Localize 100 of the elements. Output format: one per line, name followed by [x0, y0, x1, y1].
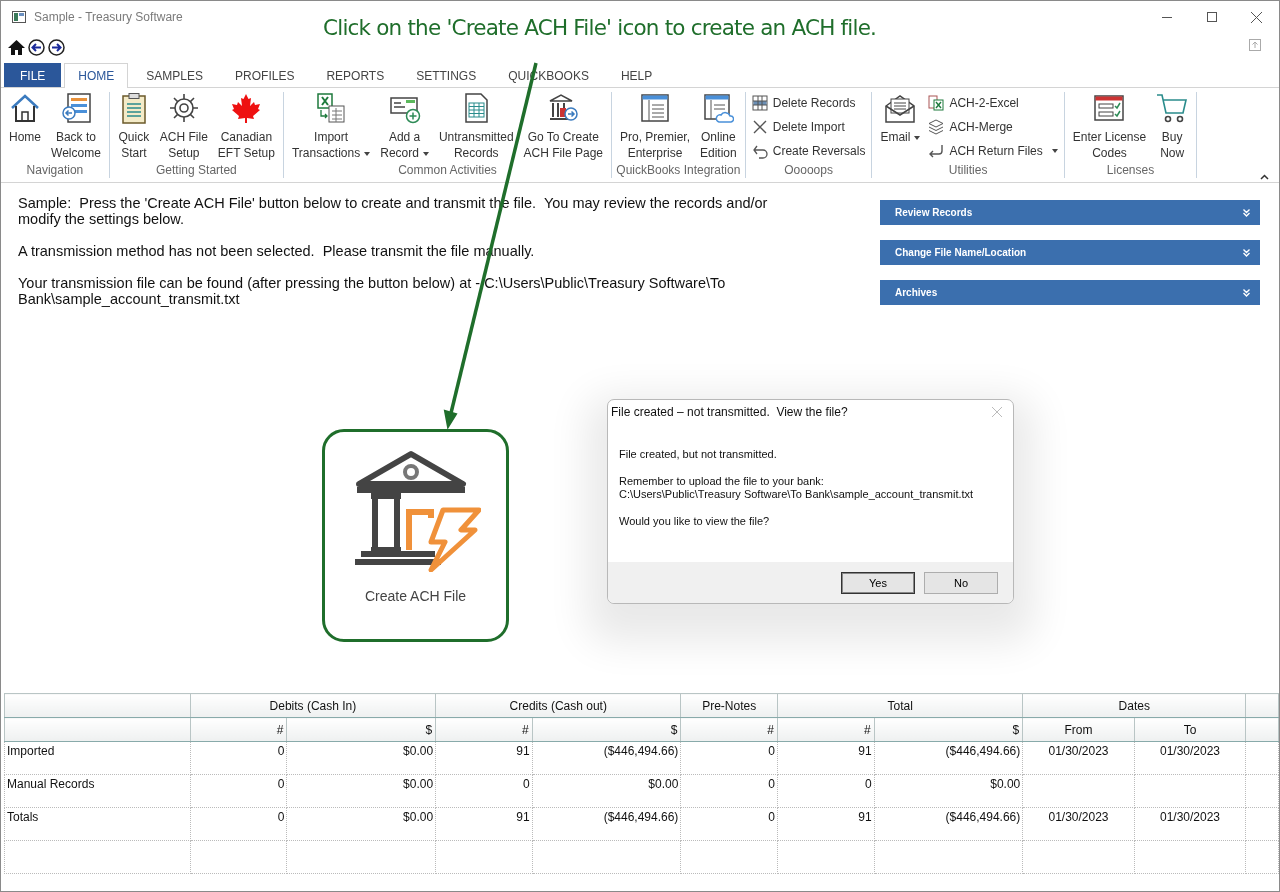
- ribbon-button[interactable]: Back to Welcome: [47, 92, 105, 161]
- ribbon-button[interactable]: Untransmitted Records: [434, 92, 518, 161]
- table-cell: 0: [680, 774, 778, 808]
- ribbon-button[interactable]: Import Transactions: [287, 92, 375, 161]
- window-title: Sample - Treasury Software: [34, 10, 183, 24]
- group-label: QuickBooks Integration: [616, 163, 741, 178]
- double-chevron-down-icon: [1243, 208, 1250, 217]
- ribbon-button[interactable]: ACH File Setup: [155, 92, 212, 161]
- ribbon-tab[interactable]: HOME: [64, 63, 129, 88]
- column-group-header: Pre-Notes: [680, 693, 778, 718]
- ribbon-button[interactable]: Canadian EFT Setup: [213, 92, 279, 161]
- table-cell: 01/30/2023: [1022, 807, 1135, 841]
- gear-icon: [167, 92, 200, 124]
- window-cloud-icon: [702, 92, 735, 124]
- maple-leaf-icon: [230, 92, 263, 124]
- ribbon-button[interactable]: Home: [5, 92, 45, 145]
- table-cell: [1245, 807, 1279, 841]
- forward-button[interactable]: [48, 38, 65, 56]
- column-header: #: [190, 717, 287, 742]
- ribbon-tab[interactable]: FILE: [4, 63, 62, 87]
- dialog-title: File created – not transmitted. View the file?: [611, 405, 848, 419]
- ribbon-button[interactable]: Email: [876, 92, 925, 145]
- dialog-message: Remember to upload the file to your bank: C:\Users\Public\Treasury Software\To Bank\sample_account_transmit.txt: [619, 475, 975, 501]
- document-arrow-icon: [59, 92, 92, 124]
- table-cell: $0.00: [286, 807, 436, 841]
- ribbon-button[interactable]: Go To Create ACH File Page: [519, 92, 607, 161]
- chevron-up-icon: [1260, 174, 1269, 180]
- ribbon-button[interactable]: ACH-2-Excel: [926, 93, 1060, 113]
- ribbon-button[interactable]: ACH Return Files: [926, 141, 1060, 161]
- collapsible-panel-header[interactable]: Review Records: [880, 200, 1260, 225]
- table-cell: 0: [190, 774, 287, 808]
- upload-icon: [1249, 38, 1261, 51]
- create-file-button[interactable]: Create ACH File: [322, 429, 509, 642]
- shopping-cart-icon: [1156, 92, 1189, 124]
- double-chevron-down-icon: [1243, 248, 1250, 257]
- group-label: Licenses: [1105, 163, 1156, 178]
- ribbon-button[interactable]: Delete Records: [749, 93, 868, 113]
- ribbon-button[interactable]: Enter License Codes: [1068, 92, 1151, 161]
- column-header: #: [777, 717, 875, 742]
- table-cell: $0.00: [286, 741, 436, 775]
- row-label-cell: Imported: [4, 741, 191, 775]
- envelope-icon: [884, 92, 917, 124]
- group-label: Getting Started: [155, 163, 238, 178]
- home-button[interactable]: [8, 38, 25, 56]
- return-arrow-icon: [751, 143, 768, 159]
- annotation-text: Click on the 'Create ACH File' icon to create an ACH file.: [323, 15, 877, 40]
- ribbon-button[interactable]: Pro, Premier, Enterprise: [616, 92, 694, 161]
- window-icon: [639, 92, 671, 124]
- table-cell: 91: [435, 741, 533, 775]
- column-group-header: Dates: [1022, 693, 1246, 718]
- dialog-button[interactable]: No: [924, 571, 998, 594]
- minimize-icon: [1161, 16, 1172, 18]
- table-cell: $0.00: [286, 774, 436, 808]
- column-group-header: Total: [777, 693, 1023, 718]
- collapse-ribbon-button[interactable]: [1260, 174, 1269, 180]
- table-cell: 01/30/2023: [1134, 741, 1246, 775]
- table-cell: 01/30/2023: [1134, 807, 1246, 841]
- column-group-header: Debits (Cash In): [190, 693, 436, 718]
- table-cell: ($446,494.66): [532, 807, 681, 841]
- table-cell: ($446,494.66): [874, 807, 1023, 841]
- dialog-message: File created, but not transmitted.: [619, 448, 778, 461]
- ribbon-button[interactable]: Buy Now: [1152, 92, 1193, 161]
- ribbon-button[interactable]: Create Reversals: [749, 141, 868, 161]
- group-label: Utilities: [947, 163, 989, 178]
- house-icon: [8, 38, 25, 56]
- ribbon-button[interactable]: Quick Start: [113, 92, 154, 161]
- table-cell: 91: [777, 741, 875, 775]
- table-cell: $0.00: [874, 774, 1023, 808]
- group-label: Common Activities: [397, 163, 498, 178]
- table-cell: 0: [680, 741, 778, 775]
- close-icon: [992, 407, 1002, 417]
- dialog-button[interactable]: Yes: [841, 571, 915, 594]
- header-cell: [1245, 693, 1279, 718]
- ribbon-button[interactable]: ACH-Merge: [926, 117, 1060, 137]
- return-arrow-icon: [928, 143, 945, 159]
- table-cell: ($446,494.66): [532, 741, 681, 775]
- message-text: Your transmission file can be found (after pressing the button below) at - C:\Users\Public\Treasury Software\To Bank\sample_account_transmit.txt: [18, 275, 727, 307]
- row-label-cell: Manual Records: [4, 774, 191, 808]
- app-icon: [12, 11, 26, 23]
- table-cell: 91: [435, 807, 533, 841]
- ribbon-button[interactable]: Add a Record: [376, 92, 433, 161]
- table-cell: 0: [190, 741, 287, 775]
- row-label-cell: Totals: [4, 807, 191, 841]
- table-cell: 0: [680, 807, 778, 841]
- house-icon: [9, 92, 41, 124]
- table-cell: 01/30/2023: [1022, 741, 1135, 775]
- column-header: #: [435, 717, 533, 742]
- ribbon-button[interactable]: Online Edition: [696, 92, 741, 161]
- back-button[interactable]: [28, 38, 45, 56]
- layers-icon: [928, 119, 945, 135]
- spreadsheet-import-icon: [315, 92, 348, 124]
- ribbon-button[interactable]: Delete Import: [749, 117, 868, 137]
- table-cell: [1245, 840, 1279, 874]
- group-label: Ooooops: [783, 163, 834, 178]
- table-cell: ($446,494.66): [874, 741, 1023, 775]
- table-cell: [1245, 741, 1279, 775]
- table-cell: 0: [435, 774, 533, 808]
- collapsible-panel-header[interactable]: Change File Name/Location: [880, 240, 1260, 265]
- collapsible-panel-header[interactable]: Archives: [880, 280, 1260, 305]
- column-header: #: [680, 717, 778, 742]
